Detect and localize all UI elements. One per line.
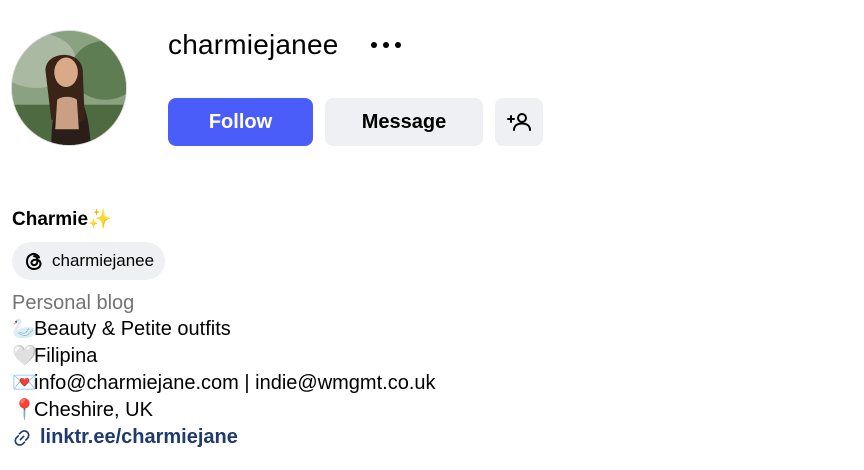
swan-emoji: 🦢 (12, 318, 37, 340)
bio-text: Filipina (34, 345, 98, 367)
more-options-button[interactable] (366, 32, 406, 58)
more-options-icon (371, 42, 401, 48)
threads-handle: charmiejanee (52, 251, 155, 270)
heart-emoji: 🤍 (12, 345, 37, 367)
bio-text: Cheshire, UK (34, 399, 153, 421)
profile-link-text: linktr.ee/charmiejane (40, 426, 238, 448)
display-name: Charmie✨ (12, 209, 112, 230)
bio-line: 🤍Filipina (12, 343, 852, 370)
bio-text: Beauty & Petite outfits (34, 318, 231, 340)
profile-actions: Follow Message (168, 98, 543, 146)
profile-category: Personal blog (12, 292, 135, 314)
follow-button[interactable]: Follow (168, 98, 313, 146)
profile-link[interactable]: linktr.ee/charmiejane (12, 424, 852, 451)
profile-username: charmiejanee (168, 29, 339, 60)
bio-text: info@charmiejane.com | indie@wmgmt.co.uk (34, 372, 436, 394)
avatar-image (12, 31, 126, 145)
bio-line: 🦢Beauty & Petite outfits (12, 316, 852, 343)
suggest-user-button[interactable] (495, 98, 543, 146)
message-button[interactable]: Message (325, 98, 483, 146)
profile-bio: Charmie✨ charmiejanee Personal blog 🦢Bea… (12, 206, 852, 451)
avatar[interactable] (11, 30, 127, 146)
pin-emoji: 📍 (12, 399, 37, 421)
bio-line: 📍Cheshire, UK (12, 397, 852, 424)
threads-badge[interactable]: charmiejanee (12, 242, 166, 280)
love-letter-emoji: 💌 (12, 372, 37, 394)
threads-icon (25, 252, 42, 271)
bio-line: 💌info@charmiejane.com | indie@wmgmt.co.u… (12, 370, 852, 397)
add-user-icon (507, 113, 531, 131)
link-icon (14, 429, 30, 446)
